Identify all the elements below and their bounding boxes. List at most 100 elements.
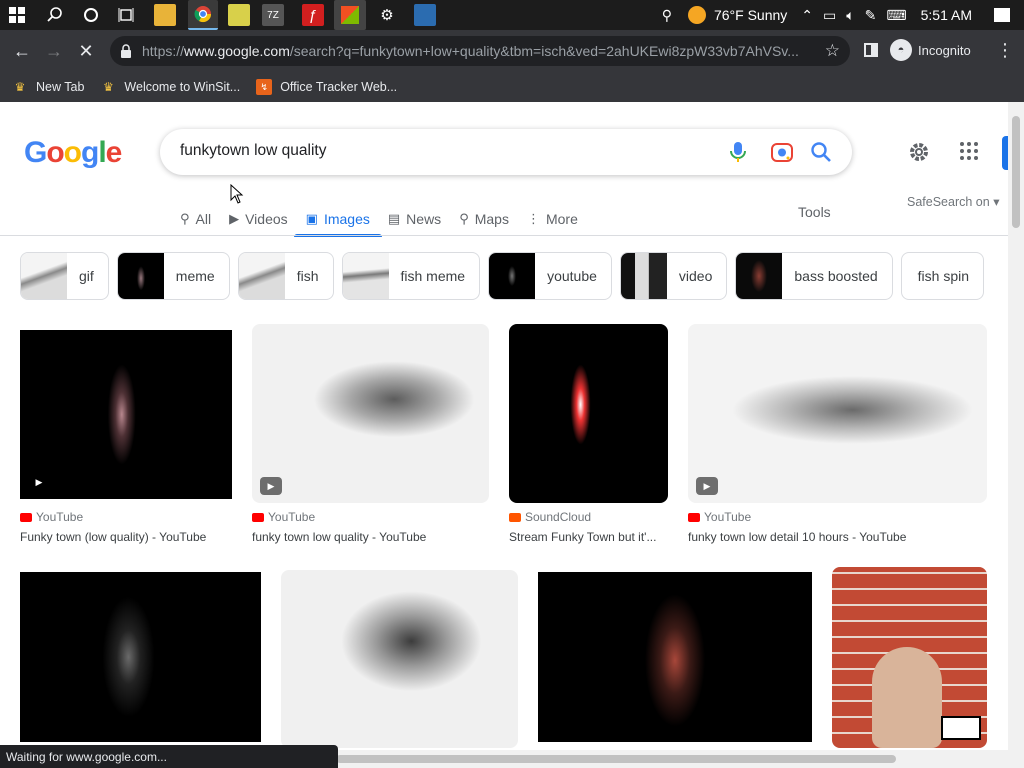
result-thumbnail[interactable]: ▶: [688, 324, 987, 503]
result-title[interactable]: Funky town (low quality) - YouTube: [20, 530, 206, 544]
incognito-indicator[interactable]: ◓ Incognito: [890, 39, 971, 61]
google-logo[interactable]: Google: [24, 136, 122, 170]
google-lens-icon[interactable]: [770, 141, 794, 163]
search-icon[interactable]: [810, 141, 832, 163]
tab-maps[interactable]: ⚲ Maps: [459, 202, 509, 236]
forward-arrow-icon[interactable]: →: [42, 39, 66, 63]
result-source[interactable]: YouTube: [688, 510, 751, 524]
chrome-taskbar-icon[interactable]: [188, 0, 218, 30]
incognito-label: Incognito: [918, 42, 971, 58]
tab-more[interactable]: ⋮ More: [527, 202, 578, 236]
source-label: SoundCloud: [525, 510, 592, 524]
network-icon[interactable]: ▭: [823, 7, 836, 24]
search-box[interactable]: funkytown low quality: [160, 129, 852, 175]
volume-icon[interactable]: 🔈︎: [846, 7, 854, 24]
chip-fish[interactable]: fish: [237, 252, 334, 300]
chip-label: meme: [175, 268, 215, 284]
bookmark-star-icon[interactable]: ☆: [825, 41, 840, 61]
address-bar[interactable]: https://www.google.com/search?q=funkytow…: [110, 36, 850, 66]
settings-taskbar-icon[interactable]: ⚙: [376, 4, 398, 26]
chip-bass-boosted[interactable]: bass boosted: [735, 252, 893, 300]
weather-text[interactable]: 76°F Sunny: [714, 7, 787, 23]
office-tracker-icon: ↯: [256, 79, 273, 95]
scroll-thumb[interactable]: [336, 755, 896, 763]
result-thumbnail[interactable]: ▶: [252, 324, 489, 503]
taskbar-search-icon[interactable]: [44, 4, 66, 26]
tools-button[interactable]: Tools: [798, 204, 831, 220]
people-icon[interactable]: ⚲: [662, 7, 672, 24]
result-title[interactable]: Stream Funky Town but it'...: [509, 530, 656, 544]
cortana-icon[interactable]: [80, 4, 102, 26]
result-thumbnail[interactable]: [20, 572, 261, 742]
chip-video[interactable]: video: [619, 252, 728, 300]
google-apps-icon[interactable]: [960, 142, 978, 160]
microphone-icon[interactable]: [728, 141, 748, 163]
keyboard-icon[interactable]: ⌨: [886, 7, 906, 24]
task-view-icon[interactable]: [115, 4, 137, 26]
result-source[interactable]: YouTube: [252, 510, 315, 524]
file-explorer-icon[interactable]: [154, 4, 176, 26]
bookmark-new-tab[interactable]: ♛ New Tab: [12, 79, 85, 95]
youtube-icon: [252, 512, 264, 522]
tab-label: All: [195, 211, 212, 227]
flash-icon[interactable]: ƒ: [302, 4, 324, 26]
result-thumbnail[interactable]: [509, 324, 668, 503]
play-icon: ▶: [35, 476, 43, 487]
chip-thumbnail: [620, 253, 667, 299]
search-input[interactable]: funkytown low quality: [180, 142, 326, 160]
chip-youtube[interactable]: youtube: [488, 252, 612, 300]
chip-gif[interactable]: gif: [20, 252, 109, 300]
bookmark-welcome-winsite[interactable]: ♛ Welcome to WinSit...: [100, 79, 240, 95]
tab-videos[interactable]: ▶ Videos: [229, 202, 288, 236]
bookmarks-bar: ♛ New Tab ♛ Welcome to WinSit... ↯ Offic…: [0, 72, 1024, 102]
search-icon: ⚲: [180, 211, 190, 226]
source-label: YouTube: [704, 510, 752, 524]
vertical-scrollbar[interactable]: [1008, 102, 1024, 750]
notification-icon[interactable]: [994, 8, 1010, 22]
store-icon[interactable]: [334, 0, 366, 30]
chip-fish-spin[interactable]: fish spin: [900, 252, 985, 300]
lock-icon[interactable]: [120, 44, 132, 58]
chip-thumbnail: [117, 253, 164, 299]
url-text[interactable]: https://www.google.com/search?q=funkytow…: [142, 43, 812, 59]
pen-icon[interactable]: ✎: [865, 7, 877, 24]
network-app-icon[interactable]: [414, 4, 436, 26]
tab-images[interactable]: ▣ Images: [293, 202, 383, 237]
windows-taskbar: 7Z ƒ ⚙ ⚲ 76°F Sunny ⌃ ▭ 🔈︎ ✎ ⌨ 5:51 AM: [0, 0, 1024, 30]
result-thumbnail[interactable]: [281, 570, 518, 748]
result-thumbnail[interactable]: ▶: [20, 330, 232, 499]
chip-thumbnail: [736, 253, 783, 299]
parental-advisory-label: [941, 716, 981, 740]
scroll-thumb[interactable]: [1012, 116, 1020, 228]
image-icon: ▣: [305, 211, 318, 226]
safesearch-dropdown[interactable]: SafeSearch on ▾: [907, 194, 999, 209]
result-title[interactable]: funky town low detail 10 hours - YouTube: [688, 530, 906, 544]
settings-gear-icon[interactable]: [907, 140, 931, 164]
back-arrow-icon[interactable]: ←: [10, 39, 34, 63]
seven-zip-icon[interactable]: 7Z: [262, 4, 284, 26]
result-title[interactable]: funky town low quality - YouTube: [252, 530, 426, 544]
tab-all[interactable]: ⚲ All: [180, 202, 211, 236]
result-source[interactable]: YouTube: [20, 510, 83, 524]
bookmark-office-tracker[interactable]: ↯ Office Tracker Web...: [256, 79, 397, 95]
notepad-icon[interactable]: [228, 4, 250, 26]
chip-label: video: [678, 268, 713, 284]
side-panel-icon[interactable]: [864, 43, 878, 57]
result-thumbnail[interactable]: [832, 567, 987, 748]
safesearch-label: SafeSearch on: [907, 195, 990, 209]
result-source[interactable]: SoundCloud: [509, 510, 591, 524]
chip-meme[interactable]: meme: [116, 252, 230, 300]
browser-menu-icon[interactable]: ⋮: [996, 40, 1014, 61]
chip-fish-meme[interactable]: fish meme: [341, 252, 481, 300]
winsite-icon: ♛: [14, 80, 26, 94]
weather-sun-icon[interactable]: [687, 6, 706, 24]
face-photo: [872, 647, 942, 748]
chevron-up-icon[interactable]: ⌃: [801, 7, 813, 24]
tab-news[interactable]: ▤ News: [388, 202, 441, 236]
windows-start-icon[interactable]: [6, 4, 28, 26]
clock-time[interactable]: 5:51 AM: [921, 7, 972, 23]
chip-label: gif: [79, 268, 94, 284]
result-thumbnail[interactable]: [538, 572, 812, 742]
chip-label: youtube: [547, 268, 597, 284]
stop-loading-icon[interactable]: ✕: [74, 39, 98, 63]
